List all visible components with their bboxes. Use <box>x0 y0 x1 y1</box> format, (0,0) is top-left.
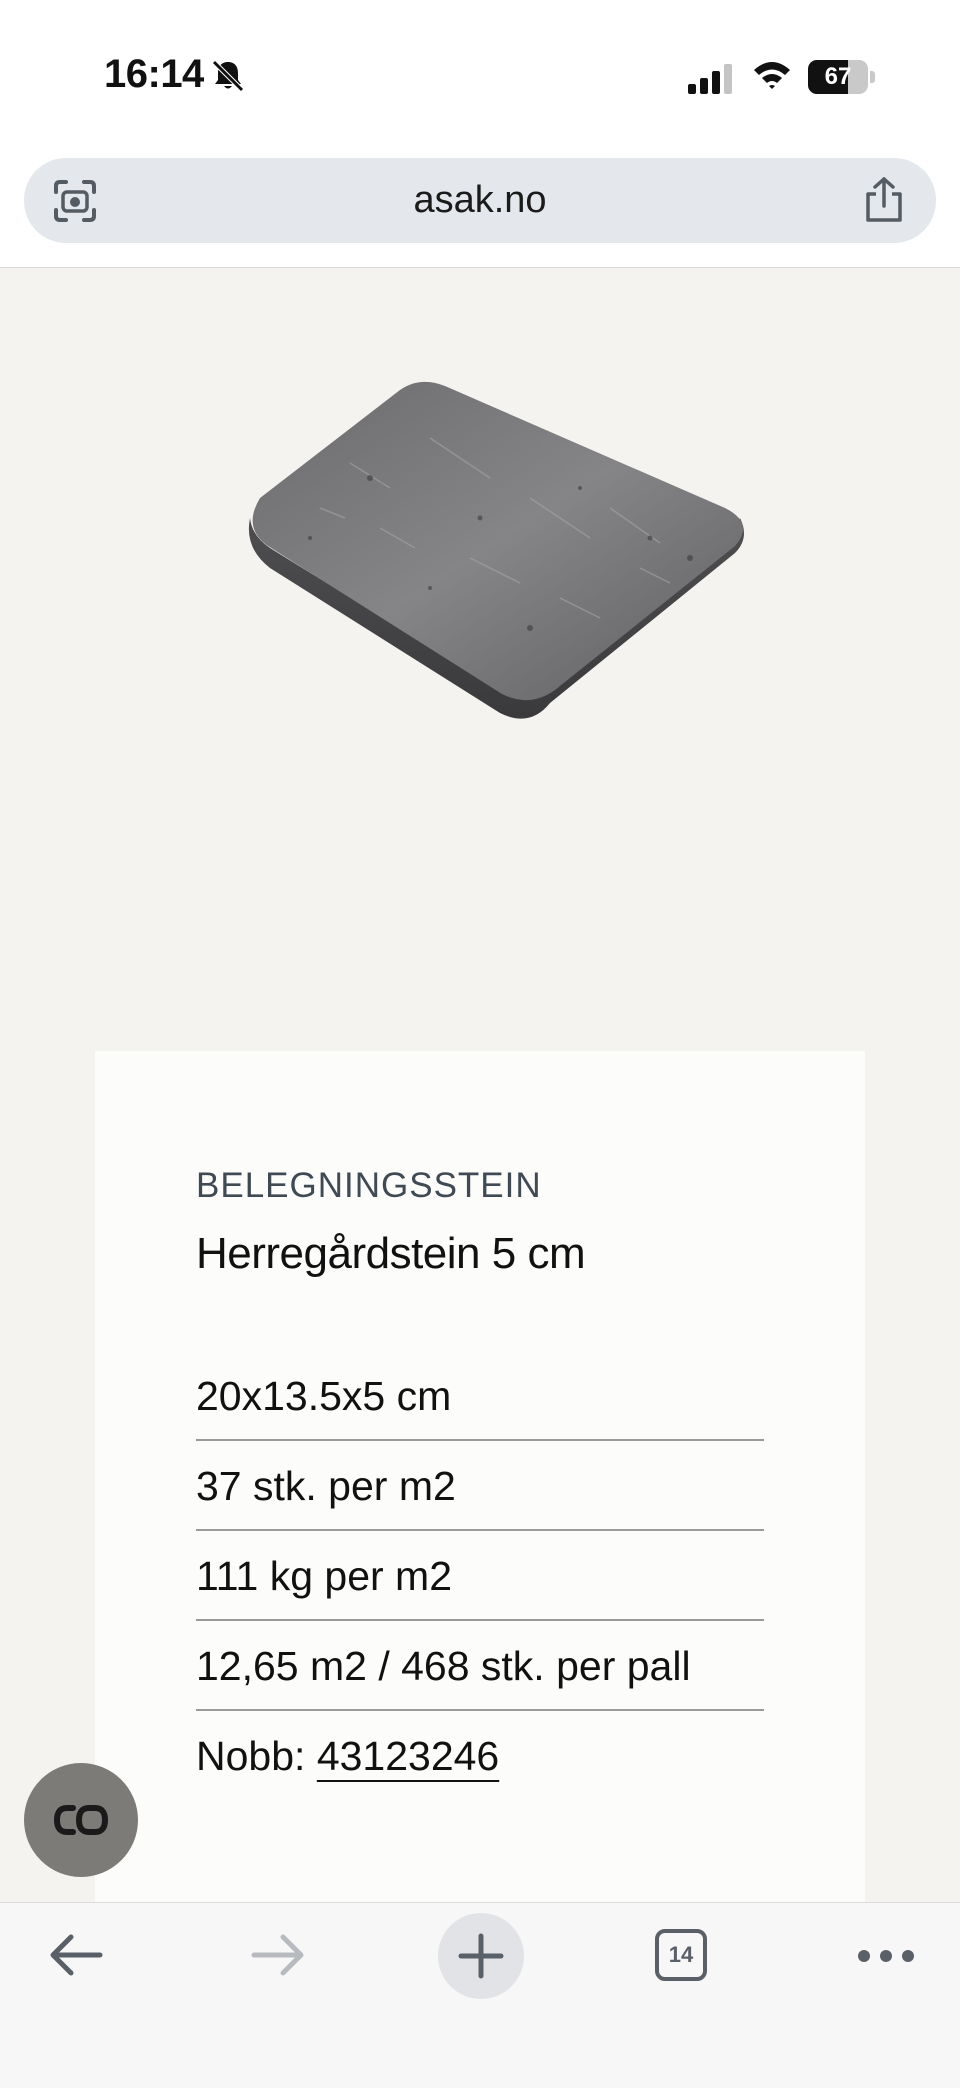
product-info-card: BELEGNINGSSTEIN Herregårdstein 5 cm 20x1… <box>95 1051 865 1902</box>
share-icon[interactable] <box>862 176 906 224</box>
product-title: Herregårdstein 5 cm <box>196 1229 586 1278</box>
nobb-number-link[interactable]: 43123246 <box>317 1733 499 1779</box>
forward-button[interactable] <box>218 1903 338 2013</box>
spec-dimensions: 20x13.5x5 cm <box>196 1351 764 1441</box>
link-loop-icon <box>53 1805 109 1835</box>
forward-arrow-icon <box>251 1934 304 1976</box>
back-arrow-icon <box>50 1934 103 1976</box>
battery-level: 67 <box>824 63 852 90</box>
tabs-button[interactable]: 14 <box>622 1903 742 2013</box>
bottom-toolbar: 14 <box>0 1902 960 2088</box>
page-content: BELEGNINGSSTEIN Herregårdstein 5 cm 20x1… <box>0 268 960 1902</box>
address-url[interactable]: asak.no <box>24 158 936 243</box>
nobb-label: Nobb: <box>196 1733 317 1779</box>
product-category: BELEGNINGSSTEIN <box>196 1166 542 1205</box>
new-tab-button[interactable] <box>420 1903 540 2013</box>
spec-pieces-per-m2: 37 stk. per m2 <box>196 1441 764 1531</box>
spec-weight-per-m2: 111 kg per m2 <box>196 1531 764 1621</box>
battery-icon: 67 <box>808 60 876 94</box>
tab-count: 14 <box>668 1942 694 1967</box>
signal-icon <box>688 64 732 94</box>
bell-slash-icon <box>212 60 244 92</box>
spec-nobb: Nobb: 43123246 <box>196 1711 764 1801</box>
address-bar[interactable]: asak.no <box>24 158 936 243</box>
more-icon <box>858 1950 914 1962</box>
status-bar: 16:14 67 <box>0 0 960 150</box>
wifi-icon <box>754 62 790 89</box>
lens-scan-icon[interactable] <box>52 178 98 224</box>
more-button[interactable] <box>824 1903 944 2013</box>
product-image <box>248 381 744 719</box>
back-button[interactable] <box>16 1903 136 2013</box>
product-specs: 20x13.5x5 cm 37 stk. per m2 111 kg per m… <box>196 1351 764 1801</box>
new-tab-plus-icon <box>458 1933 504 1979</box>
status-time: 16:14 <box>104 52 204 96</box>
floating-action-button[interactable] <box>24 1763 138 1877</box>
spec-per-pallet: 12,65 m2 / 468 stk. per pall <box>196 1621 764 1711</box>
